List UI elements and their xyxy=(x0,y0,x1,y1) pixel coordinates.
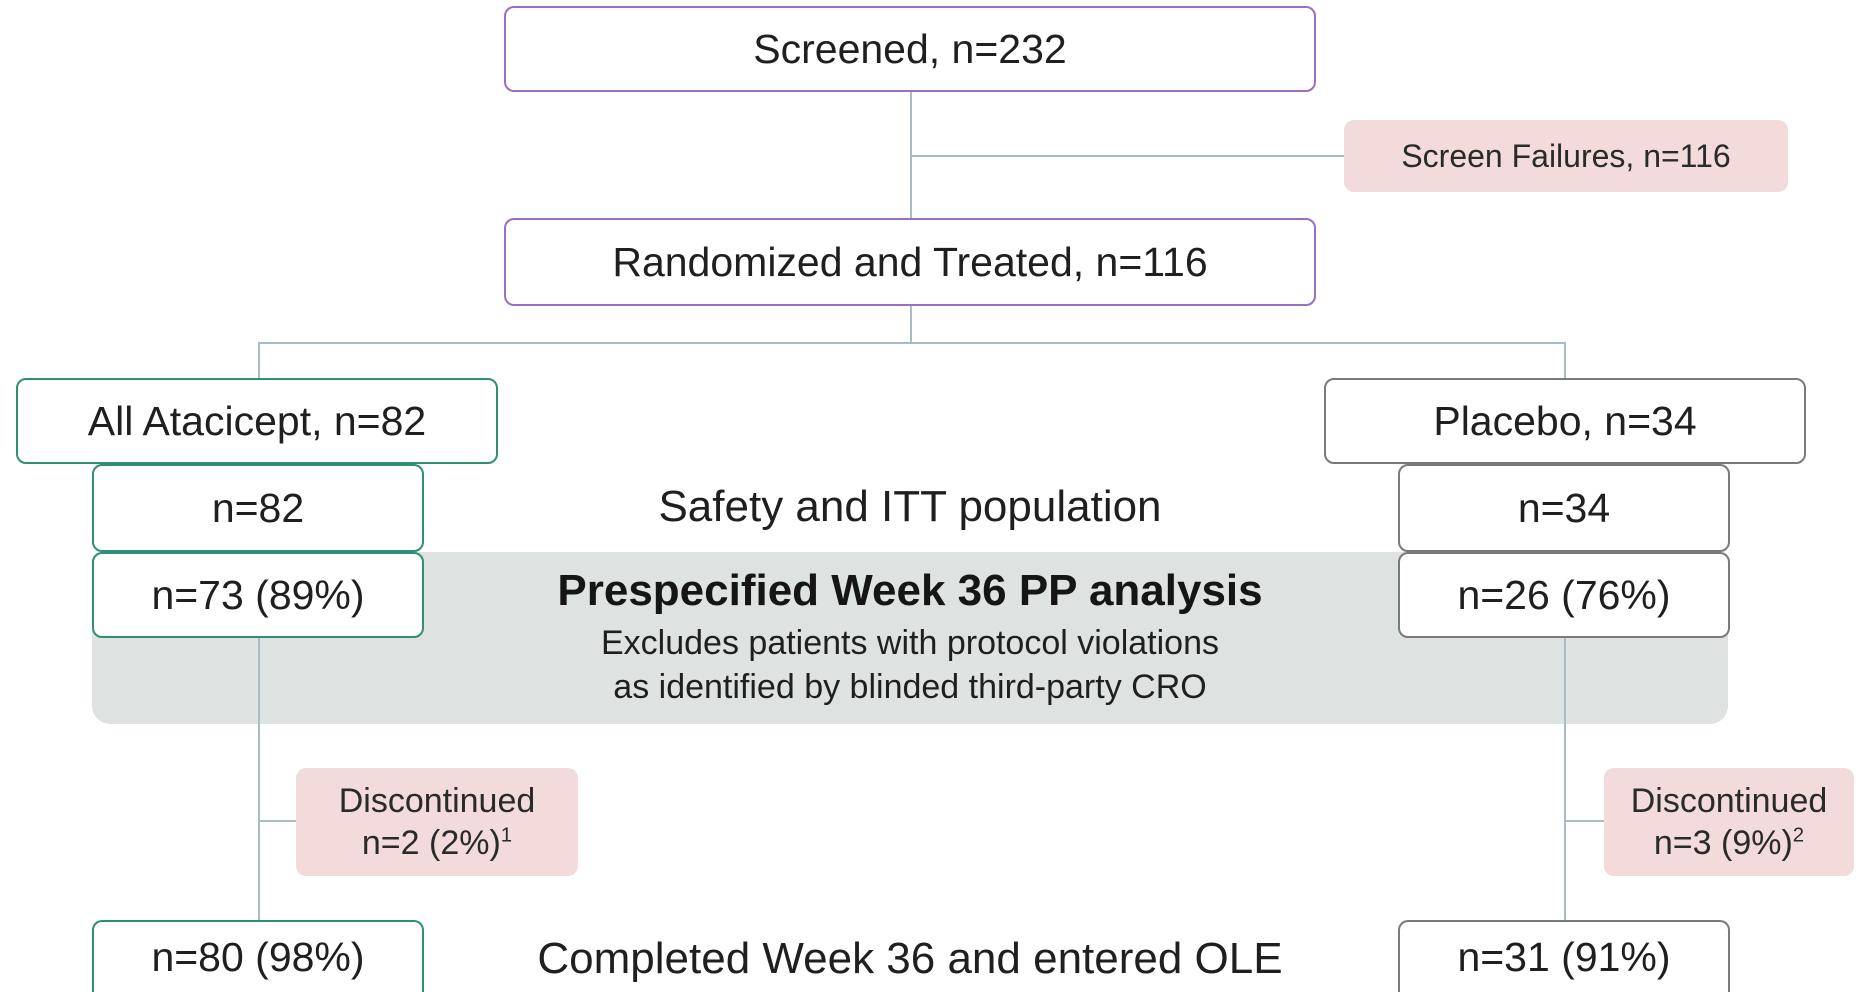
placebo-completed-n: n=31 (91%) xyxy=(1457,933,1671,980)
atacicept-completed-box: n=80 (98%) xyxy=(92,920,424,992)
connector-atacicept-discontinued xyxy=(258,820,296,822)
connector-placebo-discontinued xyxy=(1564,820,1606,822)
placebo-discontinued-count: n=3 (9%)2 xyxy=(1653,824,1805,862)
pp-analysis-line2: as identified by blinded third-party CRO xyxy=(613,668,1207,706)
atacicept-pp-box: n=73 (89%) xyxy=(92,552,424,638)
atacicept-safety-box: n=82 xyxy=(92,464,424,552)
pp-analysis-title: Prespecified Week 36 PP analysis xyxy=(557,566,1263,615)
screen-failures-box: Screen Failures, n=116 xyxy=(1344,120,1788,192)
connector-atacicept-completed xyxy=(258,638,260,922)
atacicept-safety-n: n=82 xyxy=(211,484,305,531)
pp-analysis-line1: Excludes patients with protocol violatio… xyxy=(601,624,1219,662)
footnote-1: 1 xyxy=(500,824,513,847)
atacicept-discontinued-box: Discontinued n=2 (2%)1 xyxy=(296,768,578,876)
screened-box: Screened, n=232 xyxy=(504,6,1316,92)
connector-horizontal-split xyxy=(258,342,1566,344)
randomized-label: Randomized and Treated, n=116 xyxy=(612,238,1208,285)
completed-week36-label: Completed Week 36 and entered OLE xyxy=(537,934,1283,983)
atacicept-discontinued-label: Discontinued xyxy=(338,782,536,820)
randomized-box: Randomized and Treated, n=116 xyxy=(504,218,1316,306)
placebo-pp-n: n=26 (76%) xyxy=(1457,571,1671,618)
atacicept-header-label: All Atacicept, n=82 xyxy=(87,397,427,444)
connector-to-atacicept xyxy=(258,342,260,380)
placebo-pp-box: n=26 (76%) xyxy=(1398,552,1730,638)
placebo-safety-box: n=34 xyxy=(1398,464,1730,552)
connector-screen-failures xyxy=(910,155,1346,157)
placebo-discontinued-box: Discontinued n=3 (9%)2 xyxy=(1604,768,1854,876)
placebo-safety-n: n=34 xyxy=(1517,484,1611,531)
screen-failures-label: Screen Failures, n=116 xyxy=(1401,137,1731,174)
placebo-header-label: Placebo, n=34 xyxy=(1433,397,1697,444)
atacicept-discontinued-count: n=2 (2%)1 xyxy=(361,824,513,862)
atacicept-completed-n: n=80 (98%) xyxy=(151,933,365,980)
screened-label: Screened, n=232 xyxy=(753,25,1067,72)
placebo-header-box: Placebo, n=34 xyxy=(1324,378,1806,464)
connector-to-placebo xyxy=(1564,342,1566,380)
connector-placebo-completed xyxy=(1564,638,1566,922)
atacicept-header-box: All Atacicept, n=82 xyxy=(16,378,498,464)
placebo-discontinued-label: Discontinued xyxy=(1630,782,1828,820)
placebo-completed-box: n=31 (91%) xyxy=(1398,920,1730,992)
connector-randomized-split xyxy=(910,304,912,344)
atacicept-pp-n: n=73 (89%) xyxy=(151,571,365,618)
safety-itt-label: Safety and ITT population xyxy=(658,482,1162,531)
footnote-2: 2 xyxy=(1792,824,1805,847)
